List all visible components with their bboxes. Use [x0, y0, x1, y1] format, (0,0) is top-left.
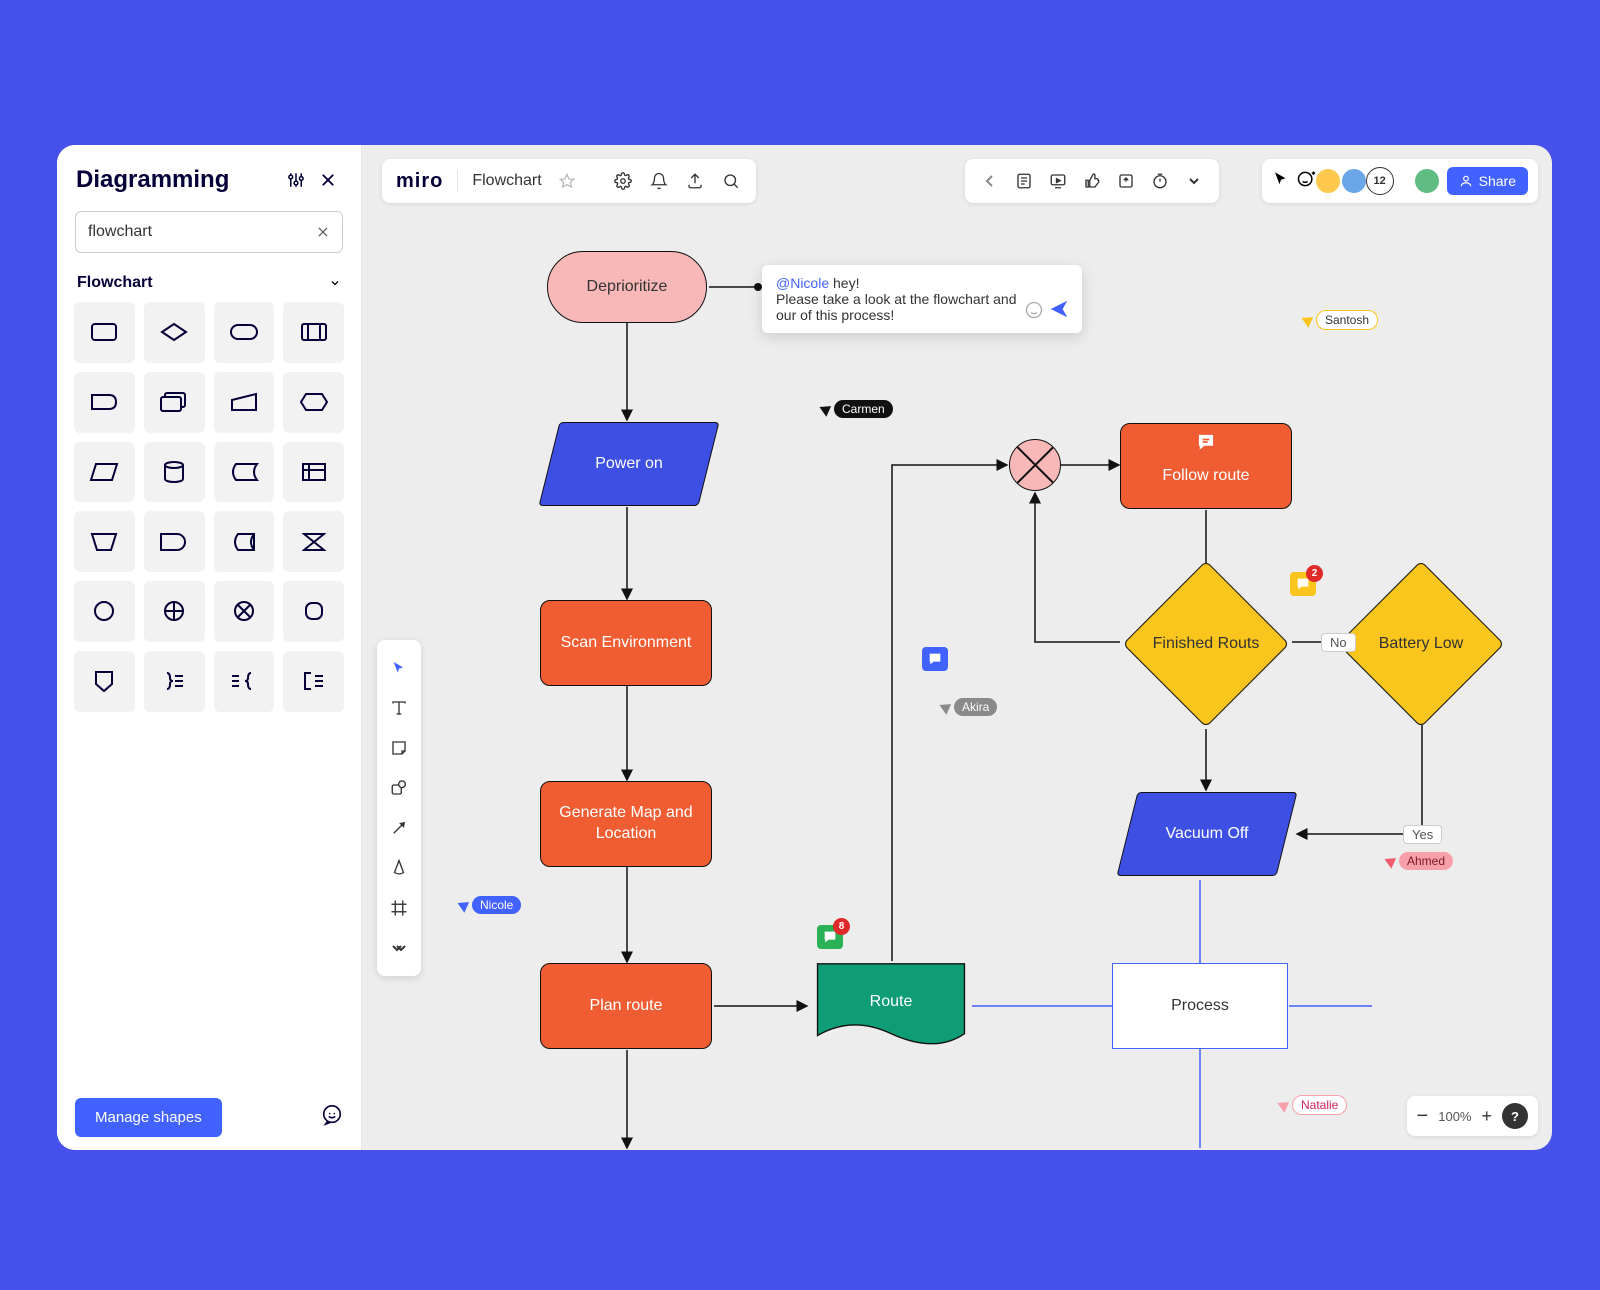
comment-badge-blue[interactable] — [922, 647, 948, 671]
cursor-nicole: Nicole — [460, 896, 521, 914]
shape-summing[interactable] — [144, 581, 205, 642]
shapes-grid — [57, 302, 361, 712]
comment-badge-yellow[interactable]: 2 — [1290, 572, 1316, 596]
chevron-down-icon — [329, 277, 341, 289]
shape-database[interactable] — [144, 442, 205, 503]
shape-data[interactable] — [74, 442, 135, 503]
shape-or[interactable] — [214, 581, 275, 642]
shape-internal-storage[interactable] — [283, 442, 344, 503]
shape-offpage[interactable] — [74, 651, 135, 712]
shape-decision[interactable] — [144, 302, 205, 363]
edge-label-yes: Yes — [1403, 825, 1442, 844]
edge-label-no: No — [1321, 633, 1356, 652]
node-battery-low[interactable]: Battery Low — [1362, 585, 1480, 703]
search-field[interactable] — [88, 223, 316, 241]
manage-shapes-button[interactable]: Manage shapes — [75, 1098, 222, 1137]
shape-stored-data[interactable] — [214, 442, 275, 503]
clear-icon[interactable] — [316, 225, 330, 239]
cursor-santosh: Santosh — [1304, 310, 1378, 330]
diagramming-panel: Diagramming Flowchart — [57, 145, 362, 1150]
settings-sliders-icon[interactable] — [282, 166, 310, 194]
shape-circle[interactable] — [74, 581, 135, 642]
shape-brace-right[interactable] — [144, 651, 205, 712]
feedback-icon[interactable] — [321, 1104, 343, 1132]
canvas[interactable]: Deprioritize Power on Scan Environment G… — [362, 145, 1552, 1150]
node-power-on[interactable]: Power on — [549, 422, 709, 506]
shape-brace-both[interactable] — [214, 651, 275, 712]
shape-connector-sq[interactable] — [283, 581, 344, 642]
emoji-picker-icon[interactable] — [1024, 300, 1044, 323]
shape-note[interactable] — [283, 651, 344, 712]
category-label: Flowchart — [77, 274, 329, 292]
cursor-carmen: Carmen — [822, 400, 893, 418]
shape-predefined[interactable] — [283, 302, 344, 363]
cursor-ahmed: Ahmed — [1387, 852, 1453, 870]
cursor-natalie: Natalie — [1280, 1095, 1347, 1115]
shape-direct-data[interactable] — [214, 511, 275, 572]
shape-terminator[interactable] — [214, 302, 275, 363]
comment-popup[interactable]: @Nicole hey! Please take a look at the f… — [762, 265, 1082, 333]
shape-rect[interactable] — [74, 302, 135, 363]
node-follow-route[interactable]: Follow route — [1120, 423, 1292, 509]
send-comment-icon[interactable] — [1048, 298, 1070, 323]
comment-mention: @Nicole — [776, 275, 829, 291]
shape-multidoc[interactable] — [144, 372, 205, 433]
category-flowchart[interactable]: Flowchart — [57, 256, 361, 302]
app-frame: Diagramming Flowchart — [57, 145, 1552, 1150]
node-route[interactable]: Route — [809, 962, 973, 1052]
comment-badge-green[interactable]: 8 — [817, 925, 843, 949]
node-plan-route[interactable]: Plan route — [540, 963, 712, 1049]
cursor-akira: Akira — [942, 698, 997, 716]
node-finished-routs[interactable]: Finished Routs — [1147, 585, 1265, 703]
shape-search-input[interactable] — [75, 211, 343, 253]
node-scan-env[interactable]: Scan Environment — [540, 600, 712, 686]
shape-manual-op[interactable] — [74, 511, 135, 572]
node-summing-junction[interactable] — [1009, 439, 1061, 491]
close-icon[interactable] — [314, 166, 342, 194]
shape-delay[interactable] — [144, 511, 205, 572]
comment-icon — [1195, 432, 1217, 452]
node-process[interactable]: Process — [1112, 963, 1288, 1049]
shape-collate[interactable] — [283, 511, 344, 572]
node-vacuum-off[interactable]: Vacuum Off — [1127, 792, 1287, 876]
node-deprioritize[interactable]: Deprioritize — [547, 251, 707, 323]
shape-preparation[interactable] — [283, 372, 344, 433]
shape-manual-input[interactable] — [214, 372, 275, 433]
shape-display[interactable] — [74, 372, 135, 433]
panel-title: Diagramming — [76, 166, 278, 194]
node-gen-map[interactable]: Generate Map and Location — [540, 781, 712, 867]
